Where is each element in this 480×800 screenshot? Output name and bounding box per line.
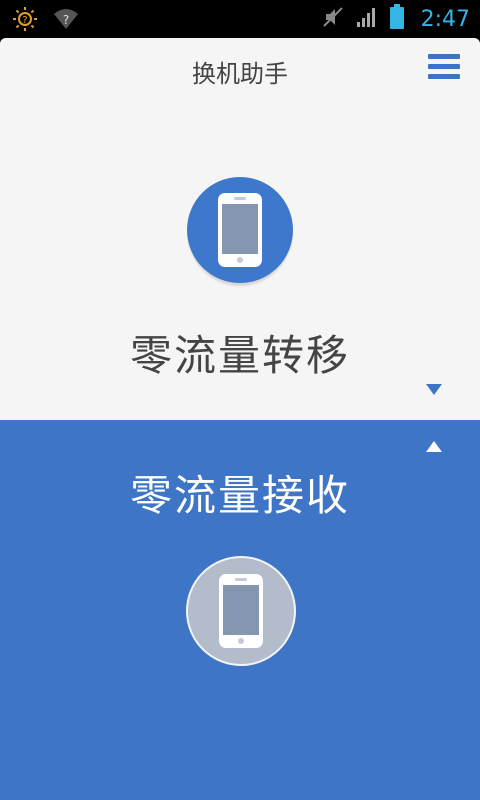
send-phone-button[interactable] (187, 177, 293, 283)
hamburger-menu-icon[interactable] (428, 54, 460, 84)
svg-text:?: ? (22, 15, 27, 26)
signal-icon (355, 5, 379, 33)
send-label: 零流量转移 (129, 331, 350, 380)
wifi-unknown-icon: ? (52, 7, 80, 35)
chevron-down-icon[interactable] (426, 384, 442, 395)
receive-label: 零流量接收 (129, 471, 350, 520)
phone-icon (218, 193, 262, 267)
phone-icon (219, 574, 263, 648)
svg-text:?: ? (63, 13, 69, 27)
chevron-up-icon[interactable] (426, 441, 442, 452)
send-panel[interactable]: 换机助手 零流量转移 (0, 38, 480, 420)
mute-icon (321, 5, 345, 33)
battery-icon (389, 4, 405, 34)
brightness-icon: ? (12, 6, 38, 36)
page-title: 换机助手 (192, 60, 288, 88)
app-window: 换机助手 零流量转移 零流量接收 (0, 38, 480, 800)
status-bar: ? ? 2:47 (0, 0, 480, 38)
receive-phone-button[interactable] (186, 556, 296, 666)
clock: 2:47 (420, 6, 470, 32)
